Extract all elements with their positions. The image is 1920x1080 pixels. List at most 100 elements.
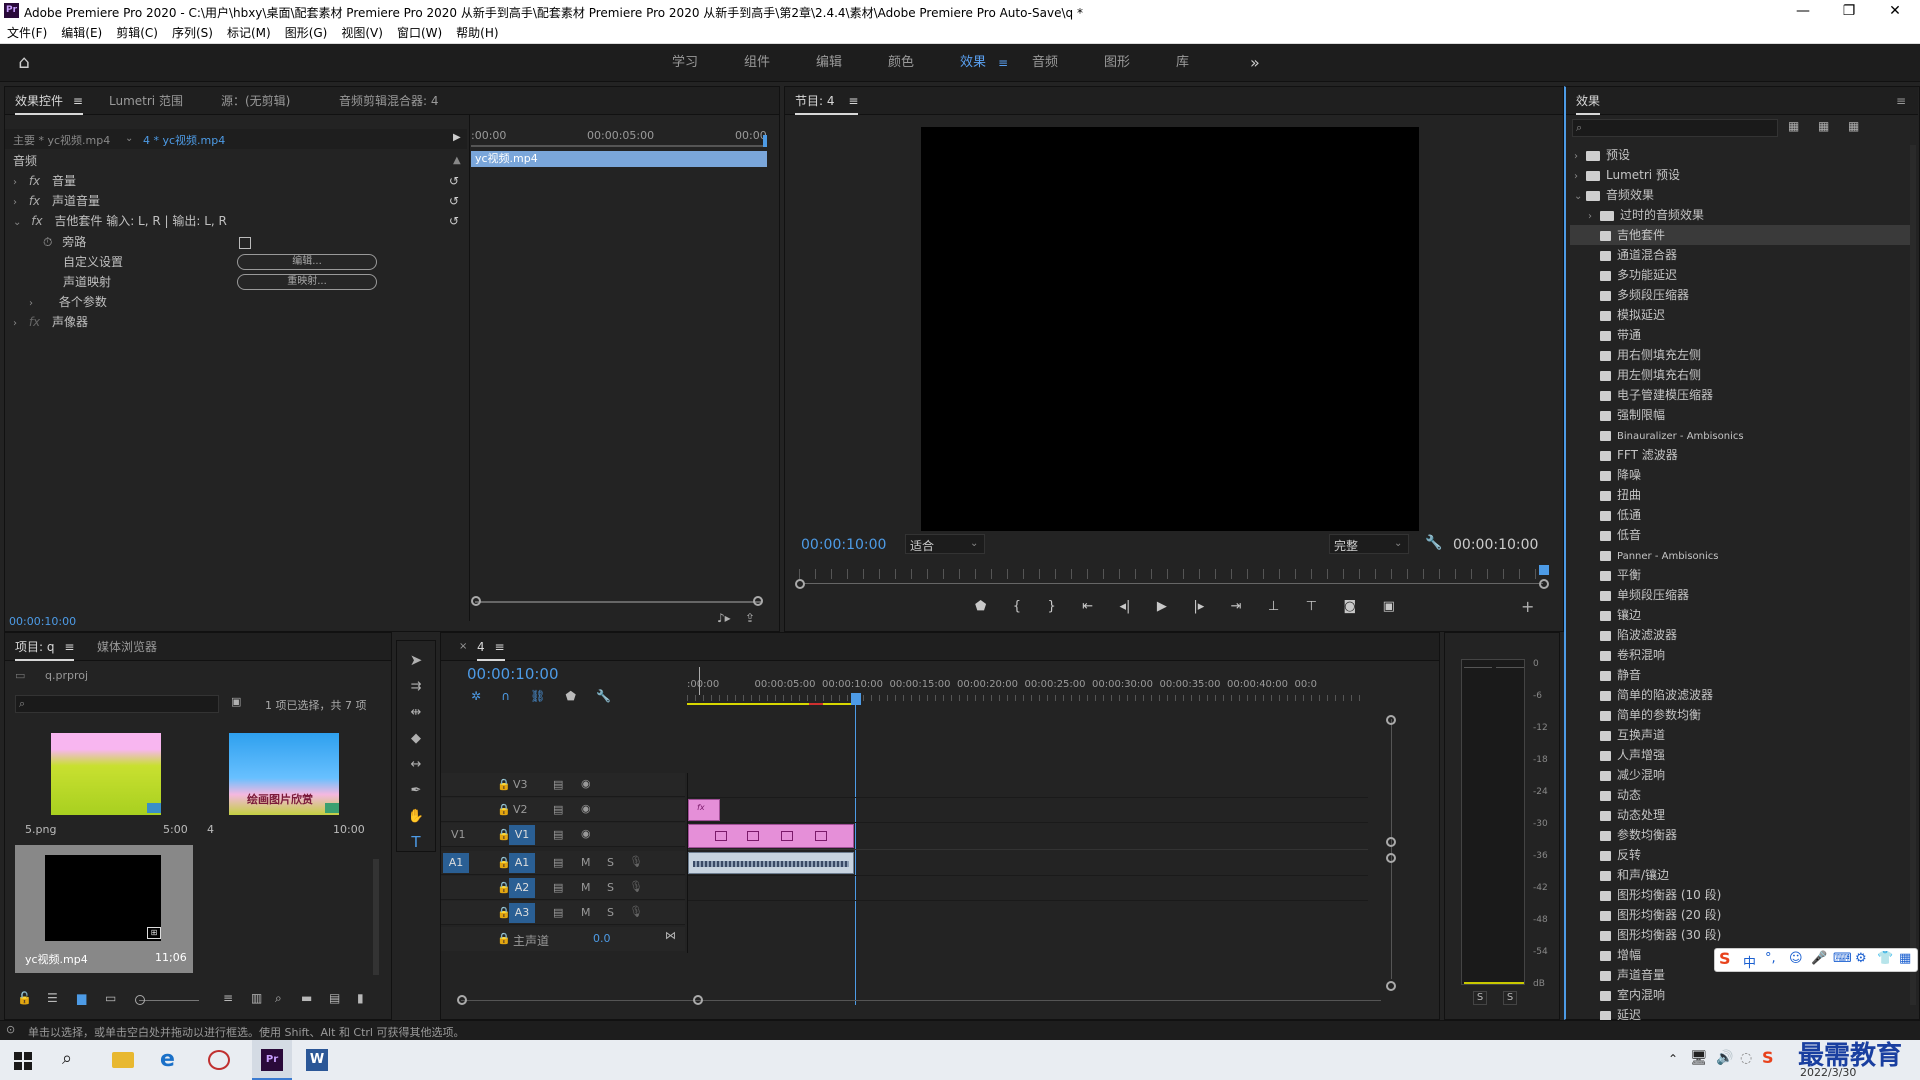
track-name[interactable]: V2 xyxy=(513,803,528,816)
step-back-icon[interactable]: ◂| xyxy=(1120,599,1131,619)
source-patch-v1[interactable]: V1 xyxy=(451,828,466,841)
more-workspaces-icon[interactable]: » xyxy=(1250,44,1260,82)
automate-sequence-icon[interactable]: ▥ xyxy=(251,991,262,1005)
master-clip-label[interactable]: 主要 * yc视频.mp4 xyxy=(13,132,110,148)
menu-view[interactable]: 视图(V) xyxy=(334,22,390,44)
mark-out-icon[interactable]: } xyxy=(1047,599,1055,619)
effect-item[interactable]: 通道混合器 xyxy=(1570,245,1910,265)
ime-grid-icon[interactable]: ▦ xyxy=(1899,951,1911,966)
mark-in-icon[interactable]: { xyxy=(1013,599,1021,619)
eye-icon[interactable]: ◉ xyxy=(581,777,591,790)
tab-sequence-4[interactable]: 4 ≡ xyxy=(477,633,505,661)
timeline-v-scroll-track[interactable] xyxy=(1391,719,1392,979)
effect-item[interactable]: › 过时的音频效果 xyxy=(1570,205,1910,225)
accelerated-effects-icon[interactable]: ▦ xyxy=(1788,119,1799,133)
master-volume-value[interactable]: 0.0 xyxy=(593,932,611,945)
go-to-in-icon[interactable]: ⇤ xyxy=(1082,599,1093,619)
clear-icon[interactable]: ▮ xyxy=(357,991,364,1005)
tab-media-browser[interactable]: 媒体浏览器 xyxy=(97,633,157,661)
chevron-right-icon[interactable]: › xyxy=(29,298,33,309)
tab-project[interactable]: 项目: q ≡ xyxy=(15,633,75,661)
v-scroll-handle[interactable] xyxy=(1386,715,1396,725)
extract-icon[interactable]: ⊤ xyxy=(1306,599,1317,619)
stopwatch-icon[interactable]: ⏱ xyxy=(43,235,52,249)
effect-item[interactable]: 陷波滤波器 xyxy=(1570,625,1910,645)
chevron-down-icon[interactable]: ⌄ xyxy=(125,133,133,144)
ripple-edit-tool-icon[interactable]: ⇹ xyxy=(405,705,427,720)
effect-item[interactable]: 镶边 xyxy=(1570,605,1910,625)
close-tab-icon[interactable]: × xyxy=(459,633,467,661)
workspace-learn[interactable]: 学习 xyxy=(672,44,698,82)
effect-item[interactable]: 吉他套件 xyxy=(1570,225,1910,245)
volume-icon[interactable]: 🔊 xyxy=(1716,1050,1733,1066)
h-scroll-handle-right[interactable] xyxy=(693,995,703,1005)
effect-item[interactable]: 减少混响 xyxy=(1570,765,1910,785)
program-zoom-handle-left[interactable] xyxy=(795,579,805,589)
minimize-button[interactable]: — xyxy=(1780,0,1826,22)
word-taskbar-icon[interactable]: W xyxy=(306,1049,328,1071)
eye-icon[interactable]: ◉ xyxy=(581,827,591,840)
clip-a1[interactable] xyxy=(688,852,854,874)
tab-lumetri-scopes[interactable]: Lumetri 范围 xyxy=(109,87,183,115)
menu-graphics[interactable]: 图形(G) xyxy=(278,22,335,44)
workspace-menu-icon[interactable]: ≡ xyxy=(998,44,1008,82)
program-timecode[interactable]: 00:00:10:00 xyxy=(801,537,886,553)
track-name[interactable]: V1 xyxy=(509,825,535,845)
timeline-time-ruler[interactable]: :00:00 00:00:05:00 00:00:10:00 00:00:15:00 0… xyxy=(687,675,1367,695)
program-playhead[interactable] xyxy=(1539,565,1549,575)
effect-row-volume[interactable]: › fx 音量 ↺ xyxy=(13,171,467,191)
menu-marker[interactable]: 标记(M) xyxy=(220,22,278,44)
solo-button[interactable]: S xyxy=(607,906,614,919)
selection-tool-icon[interactable]: ➤ xyxy=(405,651,427,669)
effect-item[interactable]: 带通 xyxy=(1570,325,1910,345)
effect-item[interactable]: 强制限幅 xyxy=(1570,405,1910,425)
tab-source[interactable]: 源：(无剪辑) xyxy=(221,87,290,115)
play-icon[interactable]: ▶ xyxy=(1157,599,1167,619)
lock-icon[interactable]: 🔒 xyxy=(497,932,511,945)
timeline-timecode[interactable]: 00:00:10:00 xyxy=(467,665,559,683)
new-bin-search-icon[interactable]: ▣ xyxy=(231,695,241,708)
panel-menu-icon[interactable]: ≡ xyxy=(64,640,74,654)
track-name[interactable]: A2 xyxy=(509,878,535,898)
project-scrollbar[interactable] xyxy=(373,859,379,975)
camera-icon[interactable]: ◙ xyxy=(1344,599,1357,619)
effect-item[interactable]: 图形均衡器 (30 段) xyxy=(1570,925,1910,945)
timeline-h-scroll-track[interactable] xyxy=(461,1000,1381,1001)
menu-clip[interactable]: 剪辑(C) xyxy=(109,22,165,44)
workspace-libraries[interactable]: 库 xyxy=(1176,44,1189,82)
v-scroll-handle[interactable] xyxy=(1386,837,1396,847)
effect-item[interactable]: 动态处理 xyxy=(1570,805,1910,825)
eye-icon[interactable]: ◉ xyxy=(581,802,591,815)
chevron-right-icon[interactable]: › xyxy=(1574,147,1586,167)
quality-dropdown[interactable]: 完整 ⌄ xyxy=(1329,534,1409,554)
yuv-effects-icon[interactable]: ▦ xyxy=(1848,119,1859,133)
panel-menu-icon[interactable]: ≡ xyxy=(848,94,858,108)
ec-time-ruler[interactable]: :00:00 00:00:05:00 00:00 xyxy=(471,129,767,145)
track-name[interactable]: V3 xyxy=(513,778,528,791)
menu-sequence[interactable]: 序列(S) xyxy=(165,22,220,44)
go-to-out-icon[interactable]: ⇥ xyxy=(1231,599,1242,619)
ime-mic-icon[interactable]: 🎤 xyxy=(1811,951,1827,966)
program-zoom-handle-right[interactable] xyxy=(1539,579,1549,589)
microphone-icon[interactable]: 🎙 xyxy=(629,880,643,893)
v-scroll-handle[interactable] xyxy=(1386,981,1396,991)
panel-menu-icon[interactable]: ≡ xyxy=(1896,87,1906,115)
effect-item[interactable]: 平衡 xyxy=(1570,565,1910,585)
effect-item[interactable]: ⌄ 音频效果 xyxy=(1570,185,1910,205)
effect-item[interactable]: 图形均衡器 (10 段) xyxy=(1570,885,1910,905)
microphone-icon[interactable]: 🎙 xyxy=(629,855,643,868)
fit-dropdown[interactable]: 适合 ⌄ xyxy=(905,534,985,554)
effect-item[interactable]: 反转 xyxy=(1570,845,1910,865)
effect-item[interactable]: 简单的参数均衡 xyxy=(1570,705,1910,725)
effect-item[interactable]: 人声增强 xyxy=(1570,745,1910,765)
fx-badge[interactable]: fx xyxy=(29,315,40,329)
freeform-view-icon[interactable]: ▭ xyxy=(105,991,116,1005)
effect-item[interactable]: 多功能延迟 xyxy=(1570,265,1910,285)
icon-view-icon[interactable]: ▆ xyxy=(77,991,86,1005)
remap-button[interactable]: 重映射... xyxy=(237,274,377,290)
panel-menu-icon[interactable]: ≡ xyxy=(494,640,504,654)
effect-item[interactable]: 静音 xyxy=(1570,665,1910,685)
chevron-right-icon[interactable]: › xyxy=(1574,167,1586,187)
bypass-checkbox[interactable] xyxy=(239,237,251,249)
solo-button[interactable]: S xyxy=(607,856,614,869)
